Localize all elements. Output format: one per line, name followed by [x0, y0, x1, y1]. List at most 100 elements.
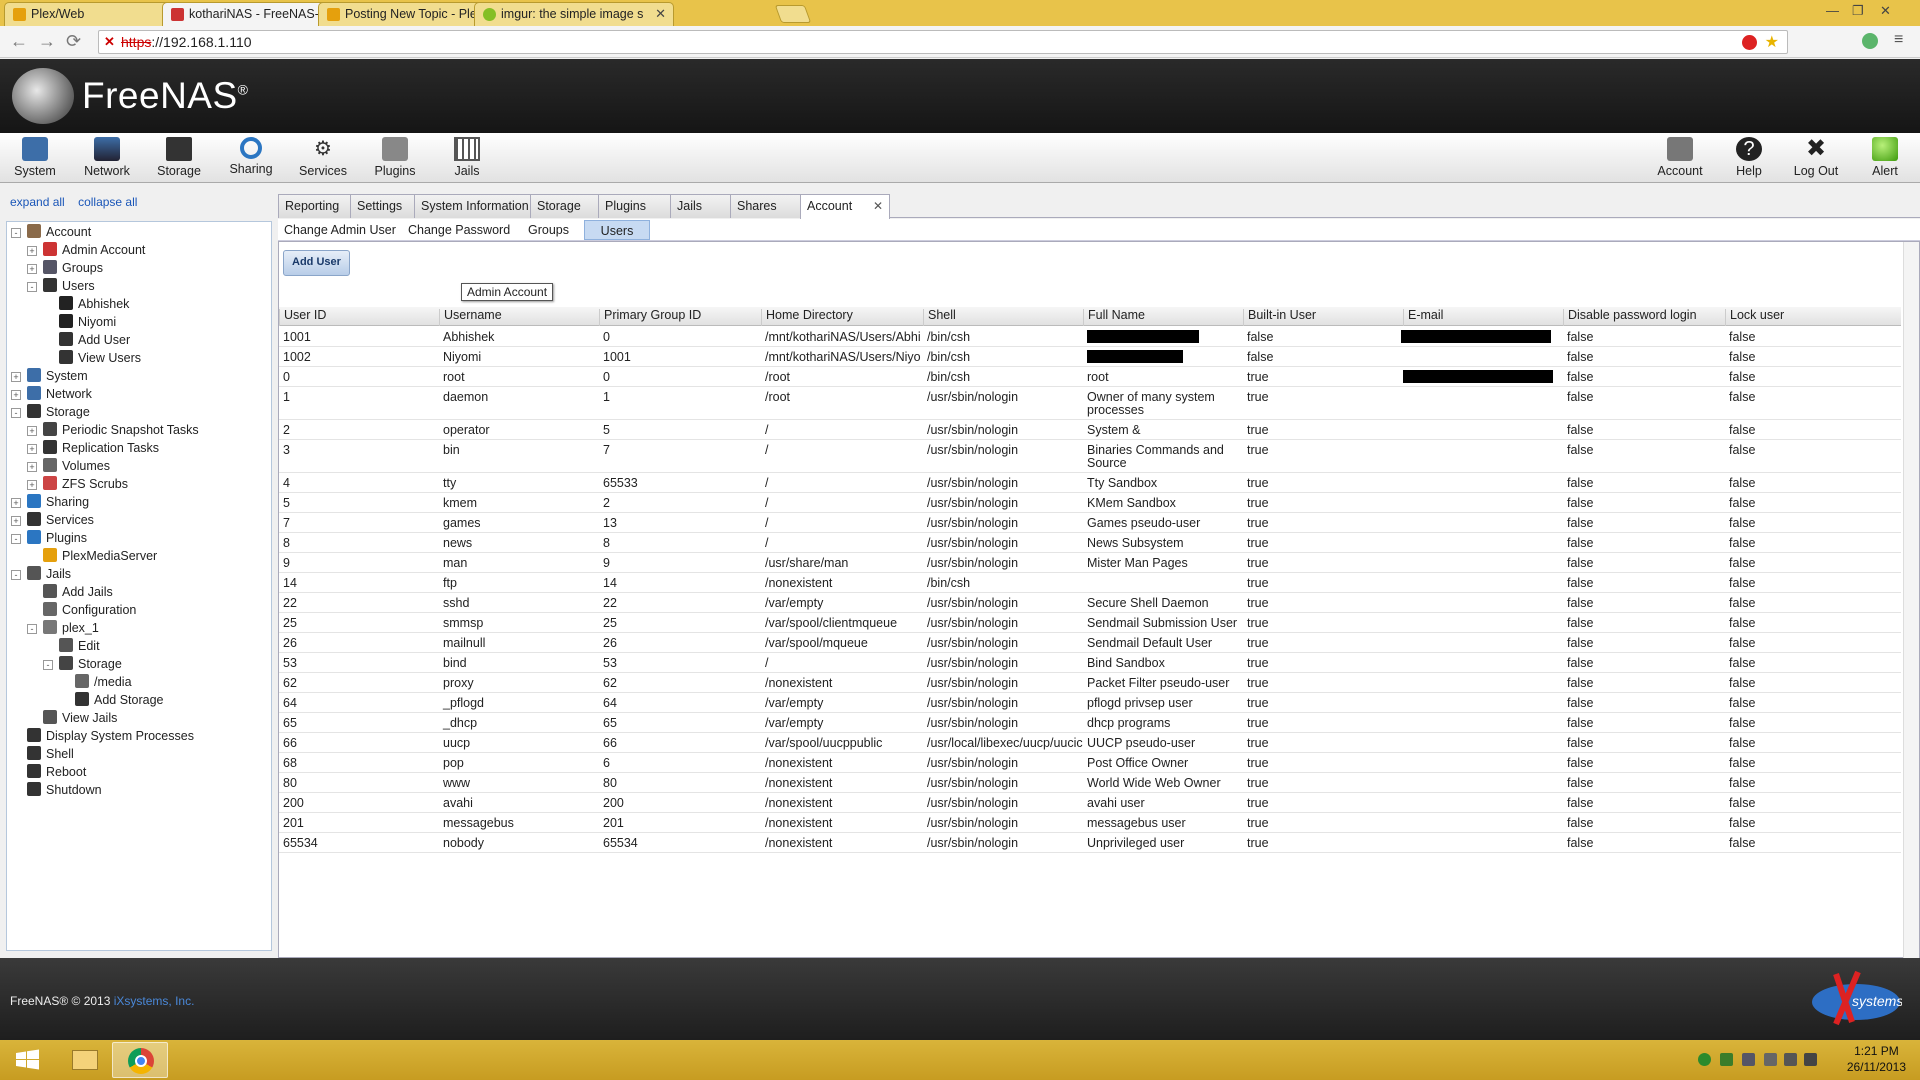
tree-item[interactable]: + Sharing	[11, 494, 89, 514]
tree-item[interactable]: PlexMediaServer	[27, 548, 157, 568]
table-row[interactable]: 7 games 13 / /usr/sbin/nologin Games pseudo-u…	[279, 513, 1901, 533]
tree-item[interactable]: Abhishek	[43, 296, 129, 316]
tree-item[interactable]: + Volumes	[27, 458, 110, 478]
tree-item[interactable]: View Jails	[27, 710, 117, 730]
tree-item[interactable]: - Account	[11, 224, 91, 244]
table-row[interactable]: 62 proxy 62/nonexistent/usr/sbin/nologin Pa…	[279, 673, 1901, 693]
toolbar-jails-button[interactable]: Jails	[432, 137, 502, 178]
tray-connection-icon[interactable]	[1784, 1053, 1797, 1066]
toolbar-logout-button[interactable]: ✖ Log Out	[1781, 137, 1851, 179]
toolbar-plugins-button[interactable]: Plugins	[360, 137, 430, 178]
expand-all-link[interactable]: expand all	[10, 195, 65, 209]
column-header[interactable]: Home Directory	[761, 309, 921, 326]
toolbar-services-button[interactable]: ⚙ Services	[288, 137, 358, 178]
subtab-change-password[interactable]: Change Password	[402, 222, 516, 242]
column-header[interactable]: Username	[439, 309, 599, 326]
table-row[interactable]: 0 root 0/root/bin/csh root true false false	[279, 367, 1901, 387]
column-header[interactable]: Primary Group ID	[599, 309, 761, 326]
table-row[interactable]: 9 man 9/usr/share/man/usr/sbin/nologin Mist…	[279, 553, 1901, 573]
table-row[interactable]: 5 kmem 2 / /usr/sbin/nologin KMem Sandbox true…	[279, 493, 1901, 513]
tree-item[interactable]: + Replication Tasks	[27, 440, 159, 460]
tree-item[interactable]: Reboot	[11, 764, 86, 784]
table-row[interactable]: 4 tty 65533 / /usr/sbin/nologin Tty Sandbox tr…	[279, 473, 1901, 493]
tray-volume-icon[interactable]	[1804, 1053, 1817, 1066]
menu-icon[interactable]: ≡	[1894, 31, 1903, 49]
adblock-icon[interactable]	[1742, 35, 1757, 50]
column-header[interactable]: Disable password login	[1563, 309, 1725, 326]
tree-item[interactable]: Shutdown	[11, 782, 102, 802]
url-input[interactable]: ✕ https://192.168.1.110 ★	[98, 30, 1788, 54]
back-arrow-icon[interactable]: ←	[10, 31, 28, 52]
tree-item[interactable]: + Periodic Snapshot Tasks	[27, 422, 199, 442]
tree-item[interactable]: - Storage	[11, 404, 90, 424]
toolbar-account-button[interactable]: Account	[1645, 137, 1715, 178]
chrome-icon[interactable]	[112, 1042, 168, 1078]
tray-download-icon[interactable]	[1720, 1053, 1733, 1066]
tree-item[interactable]: + Admin Account	[27, 242, 145, 262]
table-row[interactable]: 64 _pflogd 64/var/empty/usr/sbin/nologin pf…	[279, 693, 1901, 713]
tree-item[interactable]: - Jails	[11, 566, 71, 586]
tray-update-icon[interactable]	[1742, 1053, 1755, 1066]
subtab-groups[interactable]: Groups	[522, 222, 575, 242]
window-close-icon[interactable]: ✕	[1880, 3, 1891, 19]
column-header[interactable]: Lock user	[1725, 309, 1901, 326]
extension-icon[interactable]	[1862, 33, 1878, 49]
file-explorer-icon[interactable]	[56, 1042, 112, 1078]
star-icon[interactable]: ★	[1765, 32, 1779, 52]
expand-toggle-icon[interactable]: +	[27, 462, 37, 472]
table-row[interactable]: 22 sshd 22/var/empty/usr/sbin/nologin Secur…	[279, 593, 1901, 613]
tree-item[interactable]: Niyomi	[43, 314, 116, 334]
tab-account[interactable]: Account ✕	[800, 194, 890, 219]
table-row[interactable]: 2 operator 5 / /usr/sbin/nologin System & true…	[279, 420, 1901, 440]
tree-item[interactable]: + System	[11, 368, 88, 388]
table-row[interactable]: 200 avahi 200/nonexistent/usr/sbin/nologin…	[279, 793, 1901, 813]
vertical-scrollbar[interactable]	[1903, 242, 1919, 959]
tab-close-icon[interactable]: ✕	[873, 199, 883, 213]
toolbar-system-button[interactable]: System	[0, 137, 70, 178]
toolbar-help-button[interactable]: ? Help	[1714, 137, 1784, 178]
tree-item[interactable]: Add Jails	[27, 584, 113, 604]
tree-item[interactable]: Configuration	[27, 602, 136, 622]
browser-tab[interactable]: imgur: the simple image s ✕	[474, 2, 674, 26]
tree-item[interactable]: /media	[59, 674, 132, 694]
tree-item[interactable]: + Network	[11, 386, 92, 406]
tree-item[interactable]: Edit	[43, 638, 100, 658]
table-row[interactable]: 65534 nobody 65534/nonexistent/usr/sbin/no…	[279, 833, 1901, 853]
table-row[interactable]: 25 smmsp 25/var/spool/clientmqueue/usr/sbi…	[279, 613, 1901, 633]
tray-network-icon[interactable]	[1698, 1053, 1711, 1066]
expand-toggle-icon[interactable]: +	[27, 426, 37, 436]
column-header[interactable]: Shell	[923, 309, 1083, 326]
table-row[interactable]: 1001 Abhishek 0/mnt/kothariNAS/Users/Abhis…	[279, 327, 1901, 347]
tree-item[interactable]: Add User	[43, 332, 130, 352]
tray-flag-icon[interactable]	[1764, 1053, 1777, 1066]
table-row[interactable]: 14 ftp 14/nonexistent/bin/csh true false fals…	[279, 573, 1901, 593]
tree-item[interactable]: Display System Processes	[11, 728, 194, 748]
subtab-users[interactable]: Users	[584, 220, 650, 240]
table-row[interactable]: 80 www 80/nonexistent/usr/sbin/nologin Worl…	[279, 773, 1901, 793]
table-row[interactable]: 68 pop 6/nonexistent/usr/sbin/nologin Post …	[279, 753, 1901, 773]
tree-item[interactable]: - Storage	[43, 656, 122, 676]
restore-icon[interactable]: ❐	[1852, 3, 1864, 19]
tree-item[interactable]: + ZFS Scrubs	[27, 476, 128, 496]
minimize-icon[interactable]: —	[1826, 3, 1839, 18]
toolbar-alert-button[interactable]: Alert	[1850, 137, 1920, 178]
tree-item[interactable]: - Users	[27, 278, 95, 298]
reload-icon[interactable]: ⟳	[66, 31, 81, 52]
toolbar-storage-button[interactable]: Storage	[144, 137, 214, 178]
collapse-toggle-icon[interactable]: -	[11, 228, 21, 238]
collapse-toggle-icon[interactable]: -	[27, 624, 37, 634]
tree-item[interactable]: - Plugins	[11, 530, 87, 550]
collapse-toggle-icon[interactable]: -	[27, 282, 37, 292]
expand-toggle-icon[interactable]: +	[27, 264, 37, 274]
tree-item[interactable]: + Groups	[27, 260, 103, 280]
tree-item[interactable]: Shell	[11, 746, 74, 766]
expand-toggle-icon[interactable]: +	[27, 246, 37, 256]
collapse-all-link[interactable]: collapse all	[78, 195, 137, 209]
table-row[interactable]: 8 news 8 / /usr/sbin/nologin News Subsystem tr…	[279, 533, 1901, 553]
table-row[interactable]: 53 bind 53 / /usr/sbin/nologin Bind Sandbox tr…	[279, 653, 1901, 673]
column-header[interactable]: Built-in User	[1243, 309, 1403, 326]
table-row[interactable]: 3 bin 7 / /usr/sbin/nologin Binaries Commands…	[279, 440, 1901, 473]
table-row[interactable]: 201 messagebus 201/nonexistent/usr/sbin/no…	[279, 813, 1901, 833]
column-header[interactable]: Full Name	[1083, 309, 1243, 326]
collapse-toggle-icon[interactable]: -	[11, 570, 21, 580]
